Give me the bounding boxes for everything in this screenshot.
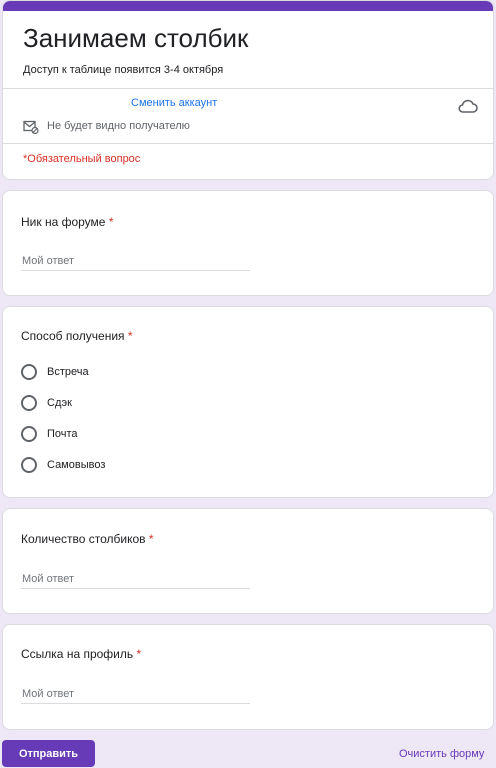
radio-option-label: Почта	[47, 428, 78, 440]
question-card-delivery: Способ получения * Встреча Сдэк Почта Са…	[2, 306, 494, 498]
question-title: Способ получения *	[21, 329, 133, 343]
radio-button-icon[interactable]	[21, 395, 37, 411]
required-asterisk: *	[108, 215, 114, 229]
header-divider	[3, 88, 493, 89]
quantity-input[interactable]	[21, 569, 250, 589]
radio-option-label: Сдэк	[47, 397, 72, 409]
radio-button-icon[interactable]	[21, 457, 37, 473]
question-title: Ссылка на профиль *	[21, 647, 141, 661]
nickname-input[interactable]	[21, 251, 250, 271]
required-note: *Обязательный вопрос	[23, 153, 141, 165]
required-asterisk: *	[148, 532, 154, 546]
mail-off-icon	[23, 120, 39, 134]
question-title-text: Ссылка на профиль	[21, 647, 134, 661]
header-accent-strip	[3, 1, 493, 11]
submit-button[interactable]: Отправить	[2, 740, 95, 767]
required-asterisk: *	[136, 647, 142, 661]
radio-option-cdek[interactable]: Сдэк	[21, 393, 72, 413]
form-title: Занимаем столбик	[23, 23, 249, 53]
question-card-nickname: Ник на форуме *	[2, 190, 494, 296]
radio-option-post[interactable]: Почта	[21, 424, 78, 444]
clear-form-button[interactable]: Очистить форму	[399, 748, 484, 760]
question-title-text: Ник на форуме	[21, 215, 106, 229]
radio-option-label: Самовывоз	[47, 459, 106, 471]
required-divider	[3, 143, 493, 144]
profile-link-input[interactable]	[21, 684, 250, 704]
question-title-text: Количество столбиков	[21, 532, 146, 546]
question-card-profile-link: Ссылка на профиль *	[2, 624, 494, 730]
radio-option-label: Встреча	[47, 366, 89, 378]
required-asterisk: *	[127, 329, 133, 343]
radio-button-icon[interactable]	[21, 426, 37, 442]
switch-account-link[interactable]: Сменить аккаунт	[131, 97, 217, 109]
cloud-icon	[458, 99, 478, 113]
question-title: Количество столбиков *	[21, 532, 154, 546]
radio-option-meeting[interactable]: Встреча	[21, 362, 89, 382]
radio-option-pickup[interactable]: Самовывоз	[21, 455, 105, 475]
form-description: Доступ к таблице появится 3-4 октября	[23, 64, 224, 76]
question-title: Ник на форуме *	[21, 215, 113, 229]
question-title-text: Способ получения	[21, 329, 125, 343]
privacy-note: Не будет видно получателю	[47, 120, 190, 132]
question-card-quantity: Количество столбиков *	[2, 508, 494, 614]
radio-button-icon[interactable]	[21, 364, 37, 380]
form-header-card: Занимаем столбик Доступ к таблице появит…	[2, 0, 494, 180]
